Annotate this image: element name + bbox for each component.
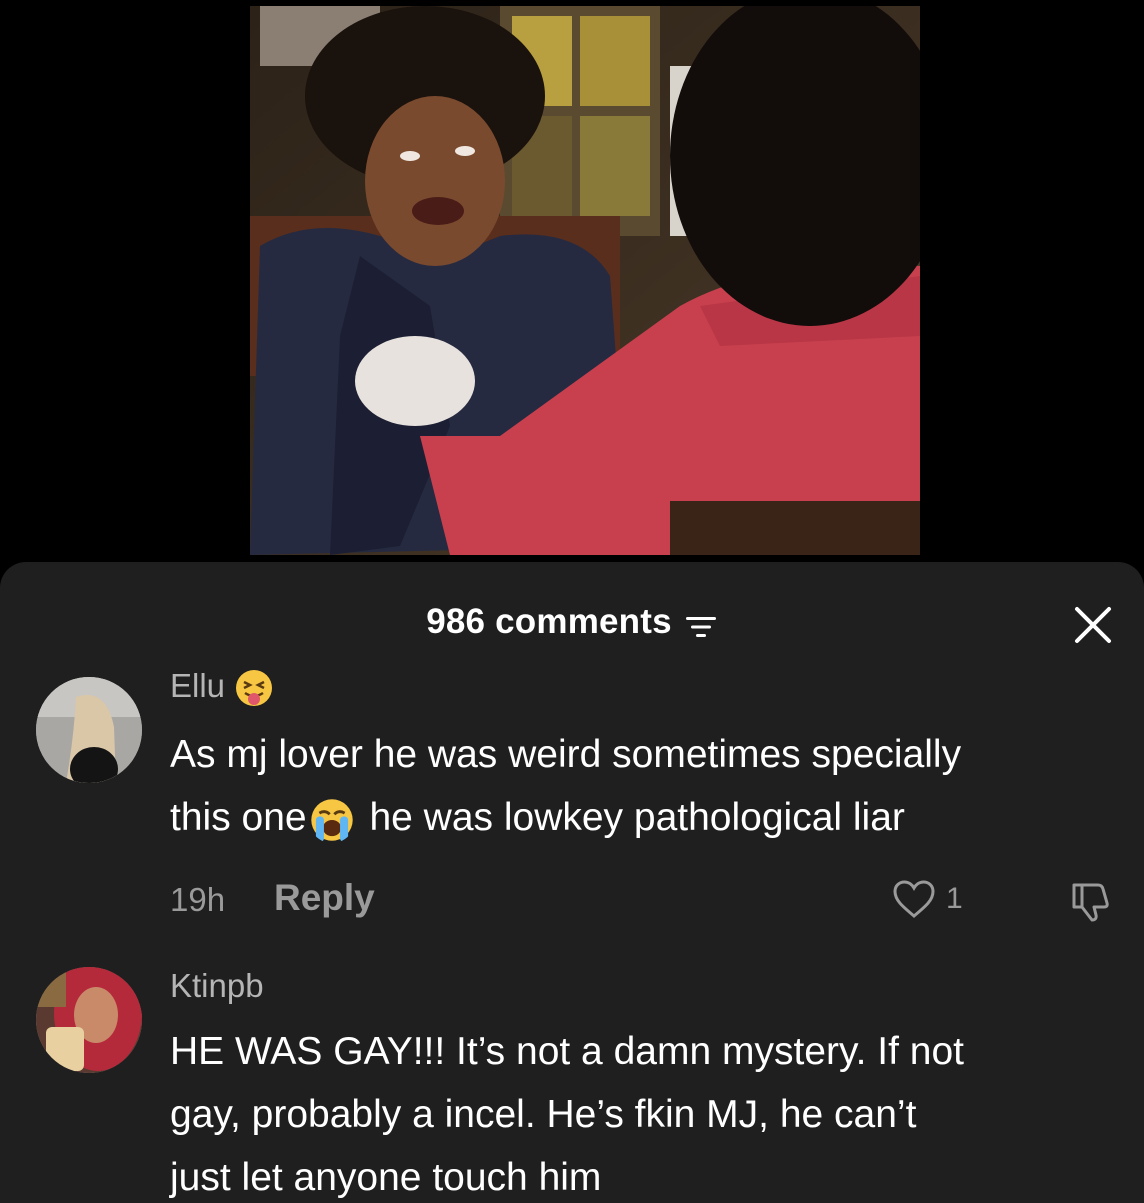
comment-text: HE WAS GAY!!! It’s not a damn mystery. I… <box>170 1020 1130 1203</box>
comment-text-line: HE WAS GAY!!! It’s not a damn mystery. I… <box>170 1030 964 1073</box>
comment-timestamp: 19h <box>170 881 226 918</box>
comment-text-line: As mj lover he was weird sometimes speci… <box>170 733 962 776</box>
video-frame-image <box>250 6 920 555</box>
heart-icon <box>893 880 935 918</box>
username-text: Ellu <box>170 667 226 704</box>
avatar[interactable] <box>36 677 142 783</box>
dislike-button[interactable] <box>1068 879 1112 928</box>
sort-filter-icon[interactable] <box>684 609 718 637</box>
avatar[interactable] <box>36 967 142 1073</box>
like-button[interactable]: 1 <box>892 879 963 919</box>
comment-item: Ktinpb HE WAS GAY!!! It’s not a damn mys… <box>0 962 1144 1203</box>
app-screen: 986 comments Ellu As mj lover he was wei… <box>0 0 1144 1203</box>
like-count: 1 <box>946 882 963 915</box>
comment-item: Ellu As mj lover he was weird sometimes … <box>0 667 1144 937</box>
comment-text-line: gay, probably a incel. He’s fkin MJ, he … <box>170 1093 917 1136</box>
comments-sheet: 986 comments Ellu As mj lover he was wei… <box>0 562 1144 1203</box>
comment-username[interactable]: Ktinpb <box>170 967 264 1005</box>
reply-button[interactable]: Reply <box>274 877 375 919</box>
close-icon <box>1075 607 1111 643</box>
comment-actions: 19h Reply 1 <box>170 877 1130 927</box>
comment-count: 986 comments <box>426 602 672 641</box>
comment-count-row[interactable]: 986 comments <box>0 602 1144 642</box>
comment-text-line: just let anyone touch him <box>170 1156 602 1199</box>
close-button[interactable] <box>1070 602 1116 648</box>
squinting-tongue-emoji-icon <box>236 670 273 707</box>
comments-header: 986 comments <box>0 562 1144 672</box>
thumbs-down-icon <box>1072 883 1109 922</box>
video-player[interactable] <box>250 6 920 555</box>
comment-username[interactable]: Ellu <box>170 667 274 708</box>
comment-text: As mj lover he was weird sometimes speci… <box>170 723 1130 849</box>
loudly-crying-emoji-icon <box>310 799 353 842</box>
comment-text-line: this one he was lowkey pathological liar <box>170 786 1130 849</box>
